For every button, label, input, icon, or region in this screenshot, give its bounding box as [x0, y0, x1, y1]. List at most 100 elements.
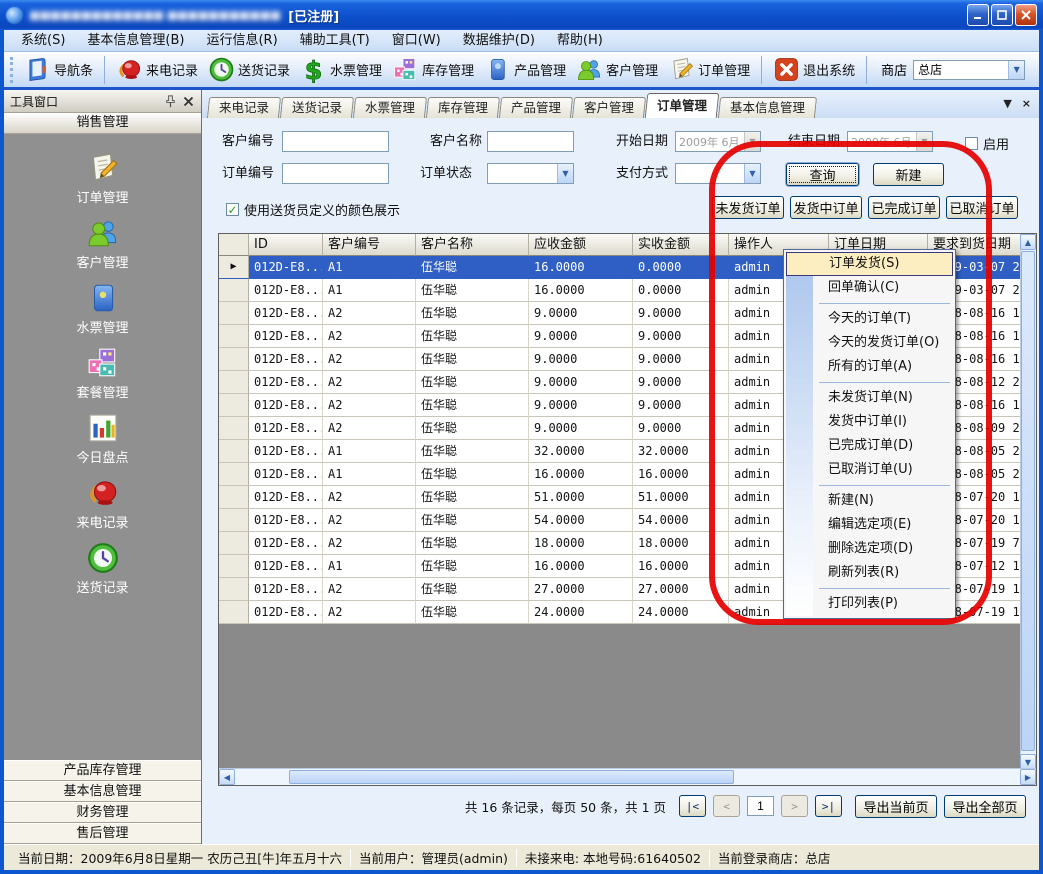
row-selector[interactable]	[219, 394, 249, 417]
order-no-input[interactable]	[282, 163, 389, 184]
toolbar-customer-button[interactable]: 客户管理	[571, 54, 663, 85]
tab-送货记录[interactable]: 送货记录	[280, 97, 354, 118]
sidebar-group-财务管理[interactable]: 财务管理	[4, 802, 201, 823]
delivery-color-checkbox[interactable]: ✓ 使用送货员定义的颜色展示	[226, 200, 400, 219]
checkbox-icon[interactable]	[965, 137, 978, 150]
close-button[interactable]	[1015, 4, 1037, 26]
context-menu-item[interactable]: 回单确认(C)	[786, 276, 953, 300]
menubar-item[interactable]: 基本信息管理(B)	[76, 30, 195, 51]
row-selector[interactable]	[219, 279, 249, 302]
start-date-picker[interactable]: 2009年 6月 8日 ▼	[675, 131, 761, 152]
row-selector[interactable]	[219, 532, 249, 555]
row-selector[interactable]	[219, 601, 249, 624]
page-number-input[interactable]	[747, 796, 774, 816]
context-menu-item[interactable]: 今天的发货订单(O)	[786, 331, 953, 355]
scroll-up-icon[interactable]: ▲	[1020, 234, 1036, 250]
customer-no-input[interactable]	[282, 131, 389, 152]
tab-客户管理[interactable]: 客户管理	[572, 97, 646, 118]
row-selector[interactable]	[219, 509, 249, 532]
row-selector[interactable]	[219, 348, 249, 371]
minimize-button[interactable]	[967, 4, 989, 26]
context-menu-item[interactable]: 未发货订单(N)	[786, 386, 953, 410]
toolbar-navigator-button[interactable]: 导航条	[19, 54, 98, 85]
filter-unshipped-button[interactable]: 未发货订单	[712, 196, 784, 219]
tab-水票管理[interactable]: 水票管理	[353, 97, 427, 118]
toolbar-water-ticket-button[interactable]: 水票管理	[295, 54, 387, 85]
sidebar-item-call-log[interactable]: 来电记录	[4, 471, 201, 536]
menubar-item[interactable]: 帮助(H)	[546, 30, 614, 51]
sidebar-item-delivery-log[interactable]: 送货记录	[4, 536, 201, 601]
enable-date-checkbox[interactable]: 启用	[965, 134, 1009, 153]
menubar-item[interactable]: 窗口(W)	[381, 30, 452, 51]
customer-name-input[interactable]	[487, 131, 574, 152]
sidebar-item-package-mgmt[interactable]: 套餐管理	[4, 341, 201, 406]
export-current-page-button[interactable]: 导出当前页	[855, 795, 937, 818]
column-header-ID[interactable]: ID	[249, 234, 323, 256]
toolbar-grip[interactable]	[10, 57, 14, 83]
maximize-button[interactable]	[991, 4, 1013, 26]
sidebar-group-sales[interactable]: 销售管理	[4, 113, 201, 134]
row-selector[interactable]	[219, 578, 249, 601]
menubar-item[interactable]: 辅助工具(T)	[289, 30, 381, 51]
export-all-pages-button[interactable]: 导出全部页	[944, 795, 1026, 818]
menubar-item[interactable]: 数据维护(D)	[452, 30, 546, 51]
sidebar-item-daily-check[interactable]: 今日盘点	[4, 406, 201, 471]
toolbar-order-button[interactable]: 订单管理	[663, 54, 755, 85]
chevron-down-icon[interactable]: ▼	[557, 164, 573, 183]
chevron-down-icon[interactable]: ▼	[1008, 61, 1024, 79]
context-menu-item[interactable]: 刷新列表(R)	[786, 561, 953, 585]
query-button[interactable]: 查询	[786, 163, 859, 186]
vertical-scroll-thumb[interactable]	[1021, 251, 1035, 751]
menubar-item[interactable]: 系统(S)	[10, 30, 76, 51]
context-menu-item[interactable]: 发货中订单(I)	[786, 410, 953, 434]
row-selector-arrow[interactable]: ▶	[219, 256, 249, 279]
sidebar-item-order-mgmt[interactable]: 订单管理	[4, 146, 201, 211]
row-selector[interactable]	[219, 325, 249, 348]
context-menu-item[interactable]: 所有的订单(A)	[786, 355, 953, 379]
vertical-scrollbar[interactable]: ▲ ▼	[1020, 234, 1036, 770]
menubar-item[interactable]: 运行信息(R)	[195, 30, 288, 51]
tab-订单管理[interactable]: 订单管理	[645, 93, 720, 118]
toolbar-call-log-button[interactable]: 来电记录	[111, 54, 203, 85]
context-menu-item[interactable]: 订单发货(S)	[786, 252, 953, 276]
end-date-picker[interactable]: 2009年 6月 8日 ▼	[847, 131, 933, 152]
context-menu-item[interactable]: 打印列表(P)	[786, 592, 953, 616]
horizontal-scroll-thumb[interactable]	[289, 770, 734, 784]
sidebar-group-基本信息管理[interactable]: 基本信息管理	[4, 781, 201, 802]
pin-icon[interactable]	[163, 94, 178, 109]
filter-shipping-button[interactable]: 发货中订单	[790, 196, 862, 219]
context-menu-item[interactable]: 今天的订单(T)	[786, 307, 953, 331]
tab-库存管理[interactable]: 库存管理	[426, 97, 500, 118]
toolbar-product-button[interactable]: 产品管理	[479, 54, 571, 85]
context-menu-item[interactable]: 新建(N)	[786, 489, 953, 513]
pay-method-select[interactable]: ▼	[675, 163, 761, 184]
sidebar-group-售后管理[interactable]: 售后管理	[4, 823, 201, 844]
row-selector[interactable]	[219, 555, 249, 578]
tab-基本信息管理[interactable]: 基本信息管理	[718, 97, 817, 118]
prev-page-button[interactable]: <	[713, 795, 740, 817]
shop-select[interactable]: 总店 ▼	[913, 60, 1025, 80]
first-page-button[interactable]: |<	[679, 795, 706, 817]
row-selector[interactable]	[219, 486, 249, 509]
toolbar-delivery-log-button[interactable]: 送货记录	[203, 54, 295, 85]
tab-来电记录[interactable]: 来电记录	[207, 97, 281, 118]
toolbar-exit-button[interactable]: 退出系统	[768, 54, 860, 85]
context-menu-item[interactable]: 已取消订单(U)	[786, 458, 953, 482]
scroll-left-icon[interactable]: ◀	[219, 769, 235, 785]
column-header-实收金额[interactable]: 实收金额	[633, 234, 729, 256]
close-icon[interactable]	[182, 95, 195, 108]
column-header-应收金额[interactable]: 应收金额	[529, 234, 633, 256]
checkbox-checked-icon[interactable]: ✓	[226, 203, 239, 216]
row-selector[interactable]	[219, 417, 249, 440]
column-header-客户编号[interactable]: 客户编号	[323, 234, 416, 256]
scroll-right-icon[interactable]: ▶	[1020, 769, 1036, 785]
toolbar-inventory-button[interactable]: 库存管理	[387, 54, 479, 85]
context-menu-item[interactable]: 删除选定项(D)	[786, 537, 953, 561]
tab-list-dropdown-icon[interactable]: ▼	[1003, 97, 1011, 110]
filter-completed-button[interactable]: 已完成订单	[868, 196, 940, 219]
order-status-select[interactable]: ▼	[487, 163, 574, 184]
sidebar-group-产品库存管理[interactable]: 产品库存管理	[4, 760, 201, 781]
tab-产品管理[interactable]: 产品管理	[499, 97, 573, 118]
filter-cancelled-button[interactable]: 已取消订单	[946, 196, 1018, 219]
last-page-button[interactable]: >|	[815, 795, 842, 817]
